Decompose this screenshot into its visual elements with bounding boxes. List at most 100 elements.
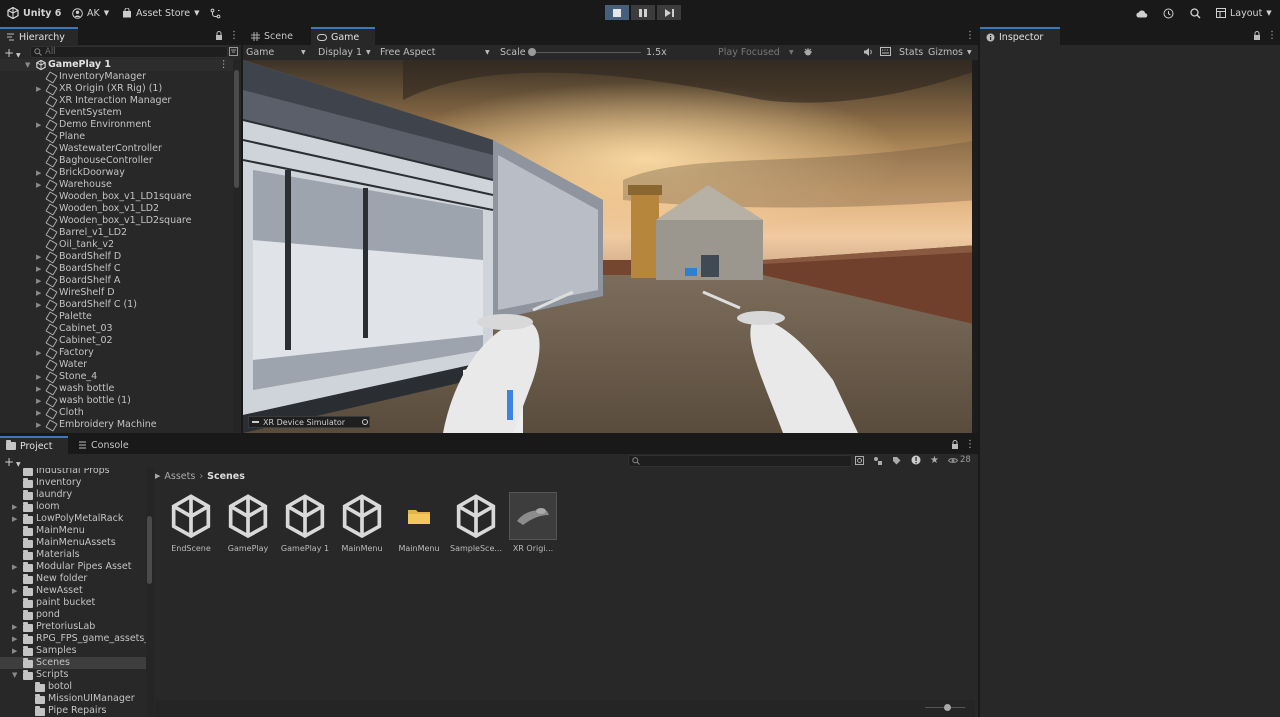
tab-game[interactable]: Game [311,27,375,45]
folder-tree-item[interactable]: MainMenuAssets [0,537,146,549]
asset-item[interactable]: EndScene [162,492,220,553]
hierarchy-item[interactable]: Palette [0,311,234,324]
hierarchy-item[interactable]: Plane [0,131,234,144]
folder-tree-item[interactable]: New folder [0,573,146,585]
search-button[interactable] [1190,5,1201,21]
more-options-icon[interactable]: ⋮ [965,30,975,41]
folder-tree-item[interactable]: ▶ Modular Pipes Asset [0,561,146,573]
hierarchy-item[interactable]: BaghouseController [0,155,234,168]
icon-size-slider-thumb[interactable] [944,704,951,711]
hierarchy-item[interactable]: ▶ wash bottle (1) [0,395,234,408]
hierarchy-item[interactable]: ▶ Stone_4 [0,371,234,384]
hidden-packages-toggle[interactable]: 28 [948,455,971,465]
chevron-right-icon[interactable]: ▶ [36,167,41,179]
folder-tree-item[interactable]: botol [0,681,146,693]
play-button[interactable] [605,5,629,20]
chevron-right-icon[interactable]: ▶ [36,419,41,431]
folder-tree-item[interactable]: pond [0,609,146,621]
hierarchy-item[interactable]: ▶ WireShelf D [0,287,234,300]
chevron-right-icon[interactable]: ▶ [36,179,41,191]
folder-tree-item[interactable]: ▶ loom [0,501,146,513]
filter-icon[interactable] [229,47,238,56]
chevron-right-icon[interactable]: ▶ [12,585,17,597]
label-tag-icon[interactable] [892,456,901,465]
hierarchy-item[interactable]: ▶ BoardShelf A [0,275,234,288]
scene-row[interactable]: ▼ GamePlay 1 ⋮ [0,59,234,71]
history-button[interactable] [1163,5,1174,21]
chevron-right-icon[interactable]: ▶ [36,371,41,383]
chevron-right-icon[interactable]: ▶ [36,287,41,299]
hierarchy-search-field[interactable]: All [30,46,228,58]
account-dropdown[interactable]: AK ▼ [72,5,109,21]
folder-tree-item[interactable]: ▶ RPG_FPS_game_assets_ir [0,633,146,645]
bug-icon[interactable] [803,47,813,57]
keyboard-icon[interactable] [880,47,891,56]
cloud-button[interactable] [1136,5,1148,21]
hierarchy-item[interactable]: Water [0,359,234,372]
chevron-right-icon[interactable]: ▶ [12,633,17,645]
warning-filter-icon[interactable] [911,455,921,465]
folder-tree-item[interactable]: MissionUIManager [0,693,146,705]
info-icon[interactable] [362,419,368,425]
layout-dropdown[interactable]: Layout ▼ [1216,5,1272,21]
hierarchy-item[interactable]: EventSystem [0,107,234,120]
hierarchy-item[interactable]: Wooden_box_v1_LD1square [0,191,234,204]
favorite-star-icon[interactable]: ★ [930,455,939,466]
asset-item[interactable]: XR Origi... [504,492,562,553]
hierarchy-scrollbar[interactable] [233,60,240,432]
more-options-icon[interactable]: ⋮ [965,439,975,450]
asset-store-dropdown[interactable]: Asset Store ▼ [122,5,200,21]
tab-scene[interactable]: Scene [245,27,297,45]
hierarchy-item[interactable]: Cabinet_03 [0,323,234,336]
chevron-right-icon[interactable]: ▶ [12,621,17,633]
hierarchy-item[interactable]: ▶ BoardShelf C (1) [0,299,234,312]
hierarchy-item[interactable]: ▶ Embroidery Machine [0,419,234,432]
aspect-dropdown[interactable]: Free Aspect ▼ [377,45,495,59]
scale-slider-thumb[interactable] [528,48,536,56]
hierarchy-item[interactable]: ▶ Factory [0,347,234,360]
chevron-right-icon[interactable]: ▶ [36,383,41,395]
search-by-type-icon[interactable] [855,456,864,465]
hierarchy-item[interactable]: ▶ Demo Environment [0,119,234,132]
hierarchy-item[interactable]: ▶ BrickDoorway [0,167,234,180]
hierarchy-item[interactable]: Wooden_box_v1_LD2square [0,215,234,228]
scrollbar-thumb[interactable] [147,516,152,584]
folder-tree-item[interactable]: Inventory [0,477,146,489]
hierarchy-item[interactable]: ▶ Warehouse [0,179,234,192]
breadcrumb-root[interactable]: Assets [164,471,195,482]
display-dropdown[interactable]: Display 1 ▼ [315,45,373,59]
version-control-button[interactable] [210,5,221,21]
folder-tree-item[interactable]: Scenes [0,657,146,669]
chevron-right-icon[interactable]: ▶ [36,83,41,95]
more-options-icon[interactable]: ⋮ [229,30,239,41]
audio-icon[interactable] [863,47,873,57]
hierarchy-item[interactable]: ▶ BoardShelf C [0,263,234,276]
asset-item[interactable]: MainMenu [390,492,448,553]
more-options-icon[interactable]: ⋮ [1267,30,1277,41]
hierarchy-item[interactable]: XR Interaction Manager [0,95,234,108]
stats-button[interactable]: Stats [896,45,926,59]
chevron-right-icon[interactable]: ▶ [36,263,41,275]
asset-item[interactable]: SampleSce... [447,492,505,553]
hierarchy-item[interactable]: InventoryManager [0,71,234,84]
chevron-right-icon[interactable]: ▶ [36,275,41,287]
unity-logo-menu[interactable]: Unity 6 [7,5,61,21]
asset-item[interactable]: GamePlay [219,492,277,553]
gizmos-dropdown[interactable]: Gizmos ▼ [925,45,975,59]
chevron-right-icon[interactable]: ▶ [36,407,41,419]
create-asset-button[interactable]: + ▼ [4,455,21,469]
hierarchy-item[interactable]: Wooden_box_v1_LD2 [0,203,234,216]
chevron-right-icon[interactable]: ▶ [36,251,41,263]
step-button[interactable] [657,5,681,20]
hierarchy-item[interactable]: WastewaterController [0,143,234,156]
tab-inspector[interactable]: Inspector [980,27,1060,45]
folder-tree-item[interactable]: laundry [0,489,146,501]
chevron-right-icon[interactable]: ▶ [12,645,17,657]
folder-tree-item[interactable]: ▼ Scripts [0,669,146,681]
folder-tree-item[interactable]: ▶ NewAsset [0,585,146,597]
folder-tree-item[interactable]: Materials [0,549,146,561]
hierarchy-item[interactable]: ▶ Cloth [0,407,234,420]
chevron-right-icon[interactable]: ▶ [12,561,17,573]
lock-icon[interactable] [951,440,959,449]
play-mode-dropdown[interactable]: Play Focused ▼ [715,45,799,59]
